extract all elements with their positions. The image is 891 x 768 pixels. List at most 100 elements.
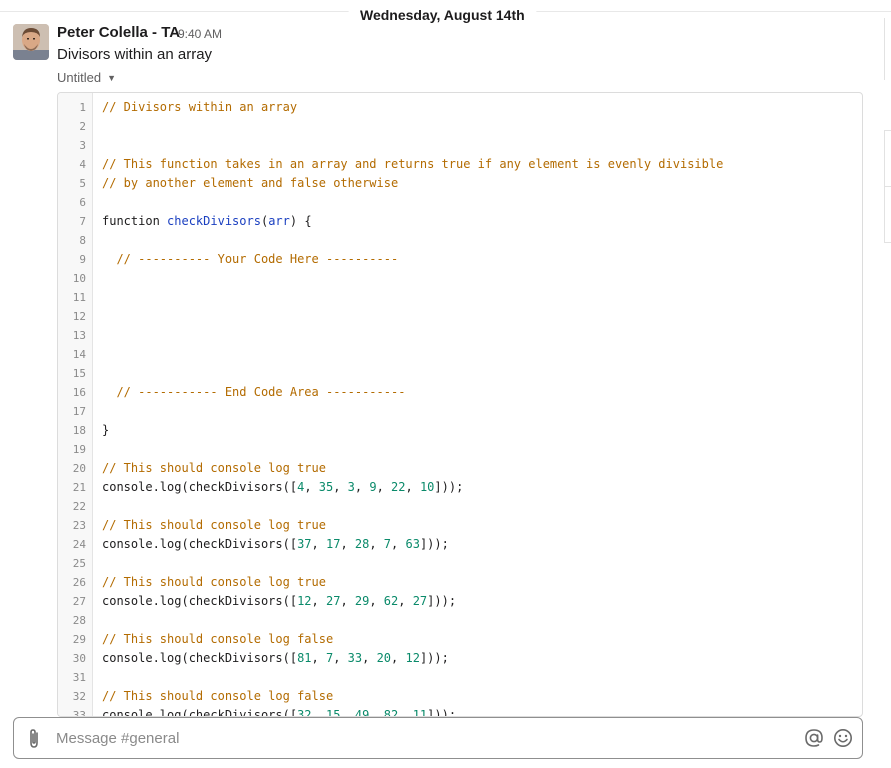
line-code: // This should console log false bbox=[102, 687, 333, 706]
code-token: , bbox=[369, 537, 384, 551]
line-number: 7 bbox=[79, 215, 86, 228]
code-token: , bbox=[376, 480, 392, 494]
code-line: 8 bbox=[58, 231, 862, 250]
code-token: 35 bbox=[318, 480, 334, 494]
code-token: , bbox=[311, 651, 326, 665]
sender-name[interactable]: Peter Colella - TA bbox=[57, 24, 180, 42]
message-composer[interactable] bbox=[13, 717, 863, 759]
code-token: ])); bbox=[419, 651, 449, 665]
code-token: 17 bbox=[325, 537, 341, 551]
message-timestamp[interactable]: 9:40 AM bbox=[178, 27, 222, 41]
code-token: , bbox=[405, 480, 420, 494]
code-token: console.log(checkDivisors([ bbox=[102, 480, 298, 494]
code-token: 11 bbox=[412, 708, 428, 717]
code-line: 1 // Divisors within an array bbox=[58, 98, 862, 117]
code-line: 16 // ----------- End Code Area --------… bbox=[58, 383, 862, 402]
line-number: 29 bbox=[72, 633, 86, 646]
code-token: , bbox=[311, 708, 326, 717]
emoji-icon[interactable] bbox=[833, 728, 853, 748]
code-token: 37 bbox=[297, 537, 312, 551]
line-number: 32 bbox=[72, 690, 86, 703]
code-line: 28 bbox=[58, 611, 862, 630]
code-line: 27 console.log(checkDivisors([12, 27, 29,… bbox=[58, 592, 862, 611]
code-token: // by another element and false otherwis… bbox=[102, 176, 399, 190]
code-token: ) { bbox=[289, 214, 312, 228]
line-number: 11 bbox=[72, 291, 86, 304]
code-token: // This should console log false bbox=[102, 689, 334, 703]
code-token: 22 bbox=[391, 480, 406, 494]
snippet-title-dropdown[interactable]: Untitled ▼ bbox=[57, 70, 116, 86]
code-token: , bbox=[362, 651, 377, 665]
line-code: } bbox=[102, 421, 109, 440]
code-token: , bbox=[354, 480, 370, 494]
line-number: 18 bbox=[72, 424, 86, 437]
code-token: , bbox=[369, 708, 384, 717]
caret-down-icon: ▼ bbox=[107, 73, 116, 83]
code-token: console.log(checkDivisors([ bbox=[102, 537, 298, 551]
line-code: console.log(checkDivisors([81, 7, 33, 20… bbox=[102, 649, 449, 668]
line-code: console.log(checkDivisors([12, 27, 29, 6… bbox=[102, 592, 456, 611]
line-code: // This should console log true bbox=[102, 573, 326, 592]
message-text: Divisors within an array bbox=[57, 46, 213, 63]
code-token: 15 bbox=[325, 708, 341, 717]
code-token: , bbox=[304, 480, 319, 494]
code-line: 4 // This function takes in an array and … bbox=[58, 155, 862, 174]
code-line: 31 bbox=[58, 668, 862, 687]
code-token: ])); bbox=[427, 594, 457, 608]
line-code: // Divisors within an array bbox=[102, 98, 297, 117]
code-token: // ---------- Your Code Here ---------- bbox=[102, 252, 399, 266]
code-snippet[interactable]: 1// Divisors within an array 2 3 4// This f… bbox=[57, 92, 863, 717]
code-token: 3 bbox=[347, 480, 355, 494]
cut-off-previous-content bbox=[18, 0, 318, 2]
code-token: , bbox=[340, 594, 355, 608]
code-line: 26 // This should console log true bbox=[58, 573, 862, 592]
code-line: 5 // by another element and false otherwi… bbox=[58, 174, 862, 193]
line-number: 15 bbox=[72, 367, 86, 380]
code-token: console.log(checkDivisors([ bbox=[102, 594, 298, 608]
code-line: 29 // This should console log false bbox=[58, 630, 862, 649]
code-token: , bbox=[333, 651, 348, 665]
code-token: // This should console log true bbox=[102, 575, 326, 589]
line-number: 1 bbox=[79, 101, 86, 114]
code-token: 20 bbox=[376, 651, 392, 665]
line-number: 21 bbox=[72, 481, 86, 494]
code-line: 15 bbox=[58, 364, 862, 383]
line-code: console.log(checkDivisors([32, 15, 49, 8… bbox=[102, 706, 456, 717]
line-code: console.log(checkDivisors([37, 17, 28, 7… bbox=[102, 535, 449, 554]
code-line: 3 bbox=[58, 136, 862, 155]
code-token: 62 bbox=[383, 594, 399, 608]
line-number: 8 bbox=[79, 234, 86, 247]
line-code: // ---------- Your Code Here ---------- bbox=[102, 250, 398, 269]
code-token: , bbox=[391, 537, 406, 551]
code-token: 7 bbox=[383, 537, 392, 551]
code-line: 20 // This should console log true bbox=[58, 459, 862, 478]
line-number: 25 bbox=[72, 557, 86, 570]
code-token: ])); bbox=[434, 480, 464, 494]
line-number: 20 bbox=[72, 462, 86, 475]
at-icon[interactable] bbox=[804, 728, 824, 748]
code-token: 12 bbox=[297, 594, 312, 608]
avatar[interactable] bbox=[13, 24, 49, 60]
line-number: 3 bbox=[79, 139, 86, 152]
code-line: 32 // This should console log false bbox=[58, 687, 862, 706]
line-number: 14 bbox=[72, 348, 86, 361]
code-token: 9 bbox=[369, 480, 377, 494]
message-input[interactable] bbox=[56, 719, 796, 757]
day-divider[interactable]: Wednesday, August 14th bbox=[348, 5, 537, 25]
code-token: // This should console log true bbox=[102, 461, 326, 475]
line-number: 16 bbox=[72, 386, 86, 399]
line-number: 24 bbox=[72, 538, 86, 551]
code-token: , bbox=[311, 537, 326, 551]
code-token: 12 bbox=[405, 651, 420, 665]
code-line: 14 bbox=[58, 345, 862, 364]
code-token: // This should console log false bbox=[102, 632, 334, 646]
code-token: // This function takes in an array and r… bbox=[102, 157, 724, 171]
line-code: // This function takes in an array and r… bbox=[102, 155, 723, 174]
right-panel-edge bbox=[884, 18, 891, 248]
paperclip-icon[interactable] bbox=[24, 728, 44, 750]
code-token: , bbox=[369, 594, 384, 608]
line-number: 19 bbox=[72, 443, 86, 456]
code-token: 27 bbox=[412, 594, 428, 608]
line-code: // ----------- End Code Area ----------- bbox=[102, 383, 405, 402]
line-number: 5 bbox=[79, 177, 86, 190]
